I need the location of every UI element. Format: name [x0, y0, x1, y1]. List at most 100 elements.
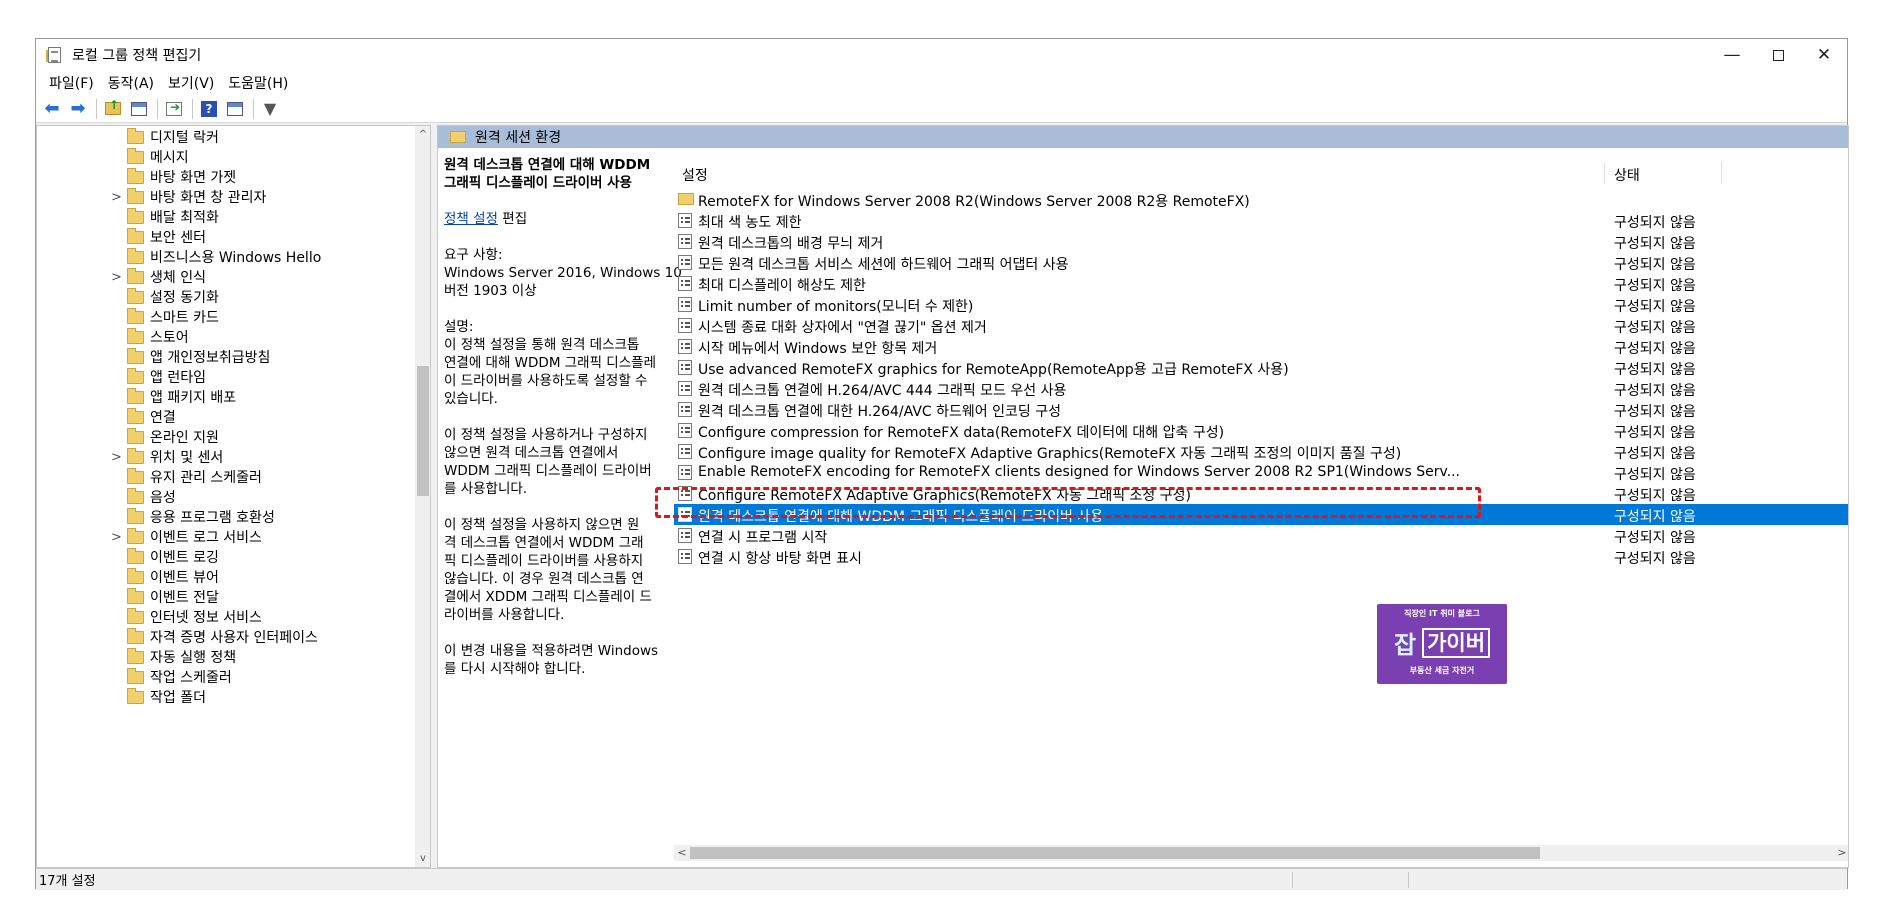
policy-row[interactable]: 원격 데스크톱 연결에 H.264/AVC 444 그래픽 모드 우선 사용 구성…: [674, 378, 1848, 399]
scroll-thumb[interactable]: [417, 366, 429, 496]
scroll-down-button[interactable]: v: [415, 850, 430, 867]
tree-item[interactable]: 앱 개인정보취급방침: [37, 347, 415, 367]
status-divider: [1292, 872, 1293, 888]
menu-action[interactable]: 동작(A): [101, 73, 161, 93]
scroll-thumb[interactable]: [690, 847, 1540, 859]
policy-row[interactable]: 시스템 종료 대화 상자에서 "연결 끊기" 옵션 제거 구성되지 않음: [674, 315, 1848, 336]
policy-row[interactable]: Configure image quality for RemoteFX Ada…: [674, 441, 1848, 462]
policy-row[interactable]: 연결 시 프로그램 시작 구성되지 않음: [674, 525, 1848, 546]
tree-item[interactable]: 자격 증명 사용자 인터페이스: [37, 627, 415, 647]
tree-item[interactable]: 앱 런타임: [37, 367, 415, 387]
tree-item[interactable]: 설정 동기화: [37, 287, 415, 307]
menu-file[interactable]: 파일(F): [42, 73, 101, 93]
policy-row[interactable]: 원격 데스크톱의 배경 무늬 제거 구성되지 않음: [674, 231, 1848, 252]
tree-item[interactable]: 인터넷 정보 서비스: [37, 607, 415, 627]
description-line: 이 정책 설정을 사용하지 않으면 원: [444, 517, 640, 533]
policy-row[interactable]: 시작 메뉴에서 Windows 보안 항목 제거 구성되지 않음: [674, 336, 1848, 357]
tree-item[interactable]: 작업 폴더: [37, 687, 415, 707]
column-divider[interactable]: [1721, 162, 1722, 184]
tree-item[interactable]: > 바탕 화면 창 관리자: [37, 187, 415, 207]
policy-row[interactable]: 원격 데스크톱 연결에 대해 WDDM 그래픽 디스플레이 드라이버 사용 구성되…: [674, 504, 1848, 525]
menu-help[interactable]: 도움말(H): [221, 73, 295, 93]
tree-item[interactable]: > 생체 인식: [37, 267, 415, 287]
expand-chevron-icon[interactable]: >: [111, 450, 123, 465]
back-button[interactable]: ⬅: [40, 97, 64, 121]
tree-item[interactable]: 작업 스케줄러: [37, 667, 415, 687]
scroll-up-button[interactable]: ^: [415, 126, 430, 143]
folder-icon: [127, 568, 144, 584]
policy-row[interactable]: 모든 원격 데스크톱 서비스 세션에 하드웨어 그래픽 어댑터 사용 구성되지 않…: [674, 252, 1848, 273]
policy-state: 구성되지 않음: [1614, 278, 1696, 294]
policy-name: 모든 원격 데스크톱 서비스 세션에 하드웨어 그래픽 어댑터 사용: [698, 257, 1069, 273]
scroll-right-button[interactable]: >: [1834, 845, 1848, 861]
tree-item-label: 앱 개인정보취급방침: [150, 350, 271, 366]
policy-row[interactable]: Limit number of monitors(모니터 수 제한) 구성되지 않…: [674, 294, 1848, 315]
menu-view[interactable]: 보기(V): [161, 73, 221, 93]
tree-item[interactable]: 유지 관리 스케줄러: [37, 467, 415, 487]
tree-item[interactable]: > 이벤트 로그 서비스: [37, 527, 415, 547]
close-button[interactable]: ✕: [1801, 39, 1847, 71]
console-tree[interactable]: 작업 폴더 작업 스케줄러 자동 실행 정책 자격 증명 사용자 인터페이스 인터넷 정…: [36, 125, 431, 868]
list-folder-row[interactable]: RemoteFX for Windows Server 2008 R2(Wind…: [674, 189, 1848, 210]
explain-paragraph-4: 이 변경 내용을 적용하려면 Windows 를 다시 시작해야 합니다.: [444, 642, 666, 678]
tree-item[interactable]: 이벤트 로깅: [37, 547, 415, 567]
column-header-state[interactable]: 상태: [1614, 165, 1640, 185]
scroll-left-button[interactable]: <: [674, 845, 690, 861]
tree-item[interactable]: 스마트 카드: [37, 307, 415, 327]
tree-item[interactable]: 이벤트 전달: [37, 587, 415, 607]
tree-item[interactable]: 스토어: [37, 327, 415, 347]
expand-chevron-icon[interactable]: >: [111, 530, 123, 545]
folder-icon: [127, 368, 144, 384]
tree-item-label: 디지털 락커: [150, 130, 219, 146]
tree-item[interactable]: 배달 최적화: [37, 207, 415, 227]
policy-row[interactable]: Configure compression for RemoteFX data(…: [674, 420, 1848, 441]
tree-item[interactable]: 응용 프로그램 호환성: [37, 507, 415, 527]
edit-policy-link[interactable]: 정책 설정: [444, 211, 498, 227]
policy-row[interactable]: 최대 색 농도 제한 구성되지 않음: [674, 210, 1848, 231]
filter-button[interactable]: ▼: [258, 97, 282, 121]
column-divider[interactable]: [1604, 162, 1605, 184]
maximize-button[interactable]: [1755, 39, 1801, 71]
up-level-button[interactable]: [101, 97, 125, 121]
tree-item[interactable]: > 위치 및 센서: [37, 447, 415, 467]
tree-vertical-scrollbar[interactable]: ^ v: [415, 126, 430, 867]
column-header-setting[interactable]: 설정: [682, 165, 708, 185]
explain-paragraph-3: 이 정책 설정을 사용하지 않으면 원격 데스크톱 연결에서 WDDM 그래 픽 …: [444, 516, 666, 624]
policy-state: 구성되지 않음: [1614, 467, 1696, 483]
requirements-text: Windows Server 2016, Windows 10 버전 1903 이…: [444, 264, 682, 300]
policy-row[interactable]: Configure RemoteFX Adaptive Graphics(Rem…: [674, 483, 1848, 504]
policy-row[interactable]: 원격 데스크톱 연결에 대한 H.264/AVC 하드웨어 인코딩 구성 구성되지…: [674, 399, 1848, 420]
policy-row[interactable]: Enable RemoteFX encoding for RemoteFX cl…: [674, 462, 1848, 483]
list-horizontal-scrollbar[interactable]: < >: [674, 845, 1848, 861]
tree-item-label: 이벤트 로깅: [150, 550, 219, 566]
expand-chevron-icon[interactable]: >: [111, 190, 123, 205]
gpedit-window: 로컬 그룹 정책 편집기 — ✕ 파일(F) 동작(A) 보기(V) 도움말(H…: [35, 38, 1849, 890]
description-line: 라이버를 사용합니다.: [444, 607, 565, 623]
tree-item[interactable]: 연결: [37, 407, 415, 427]
tree-item[interactable]: 바탕 화면 가젯: [37, 167, 415, 187]
policy-setting-icon: [678, 486, 692, 501]
policy-setting-icon: [678, 549, 692, 564]
settings-list[interactable]: 설정 상태 RemoteFX for Windows Server 2008 R…: [674, 148, 1848, 845]
tree-item[interactable]: 디지털 락커: [37, 127, 415, 147]
policy-row[interactable]: 연결 시 항상 바탕 화면 표시 구성되지 않음: [674, 546, 1848, 567]
policy-row[interactable]: Use advanced RemoteFX graphics for Remot…: [674, 357, 1848, 378]
minimize-button[interactable]: —: [1709, 39, 1755, 71]
forward-button[interactable]: ➡: [66, 97, 90, 121]
tree-item[interactable]: 이벤트 뷰어: [37, 567, 415, 587]
tree-item[interactable]: 앱 패키지 배포: [37, 387, 415, 407]
help-button[interactable]: ?: [197, 97, 221, 121]
tree-item-label: 설정 동기화: [150, 290, 219, 306]
properties-button[interactable]: [223, 97, 247, 121]
expand-chevron-icon[interactable]: >: [111, 270, 123, 285]
tree-item[interactable]: 메시지: [37, 147, 415, 167]
tree-item[interactable]: 음성: [37, 487, 415, 507]
tree-item[interactable]: 자동 실행 정책: [37, 647, 415, 667]
tree-item[interactable]: 온라인 지원: [37, 427, 415, 447]
tree-item[interactable]: 보안 센터: [37, 227, 415, 247]
export-list-button[interactable]: [162, 97, 186, 121]
tree-item[interactable]: 비즈니스용 Windows Hello: [37, 247, 415, 267]
folder-icon: [127, 668, 144, 684]
policy-row[interactable]: 최대 디스플레이 해상도 제한 구성되지 않음: [674, 273, 1848, 294]
show-hide-tree-button[interactable]: [127, 97, 151, 121]
